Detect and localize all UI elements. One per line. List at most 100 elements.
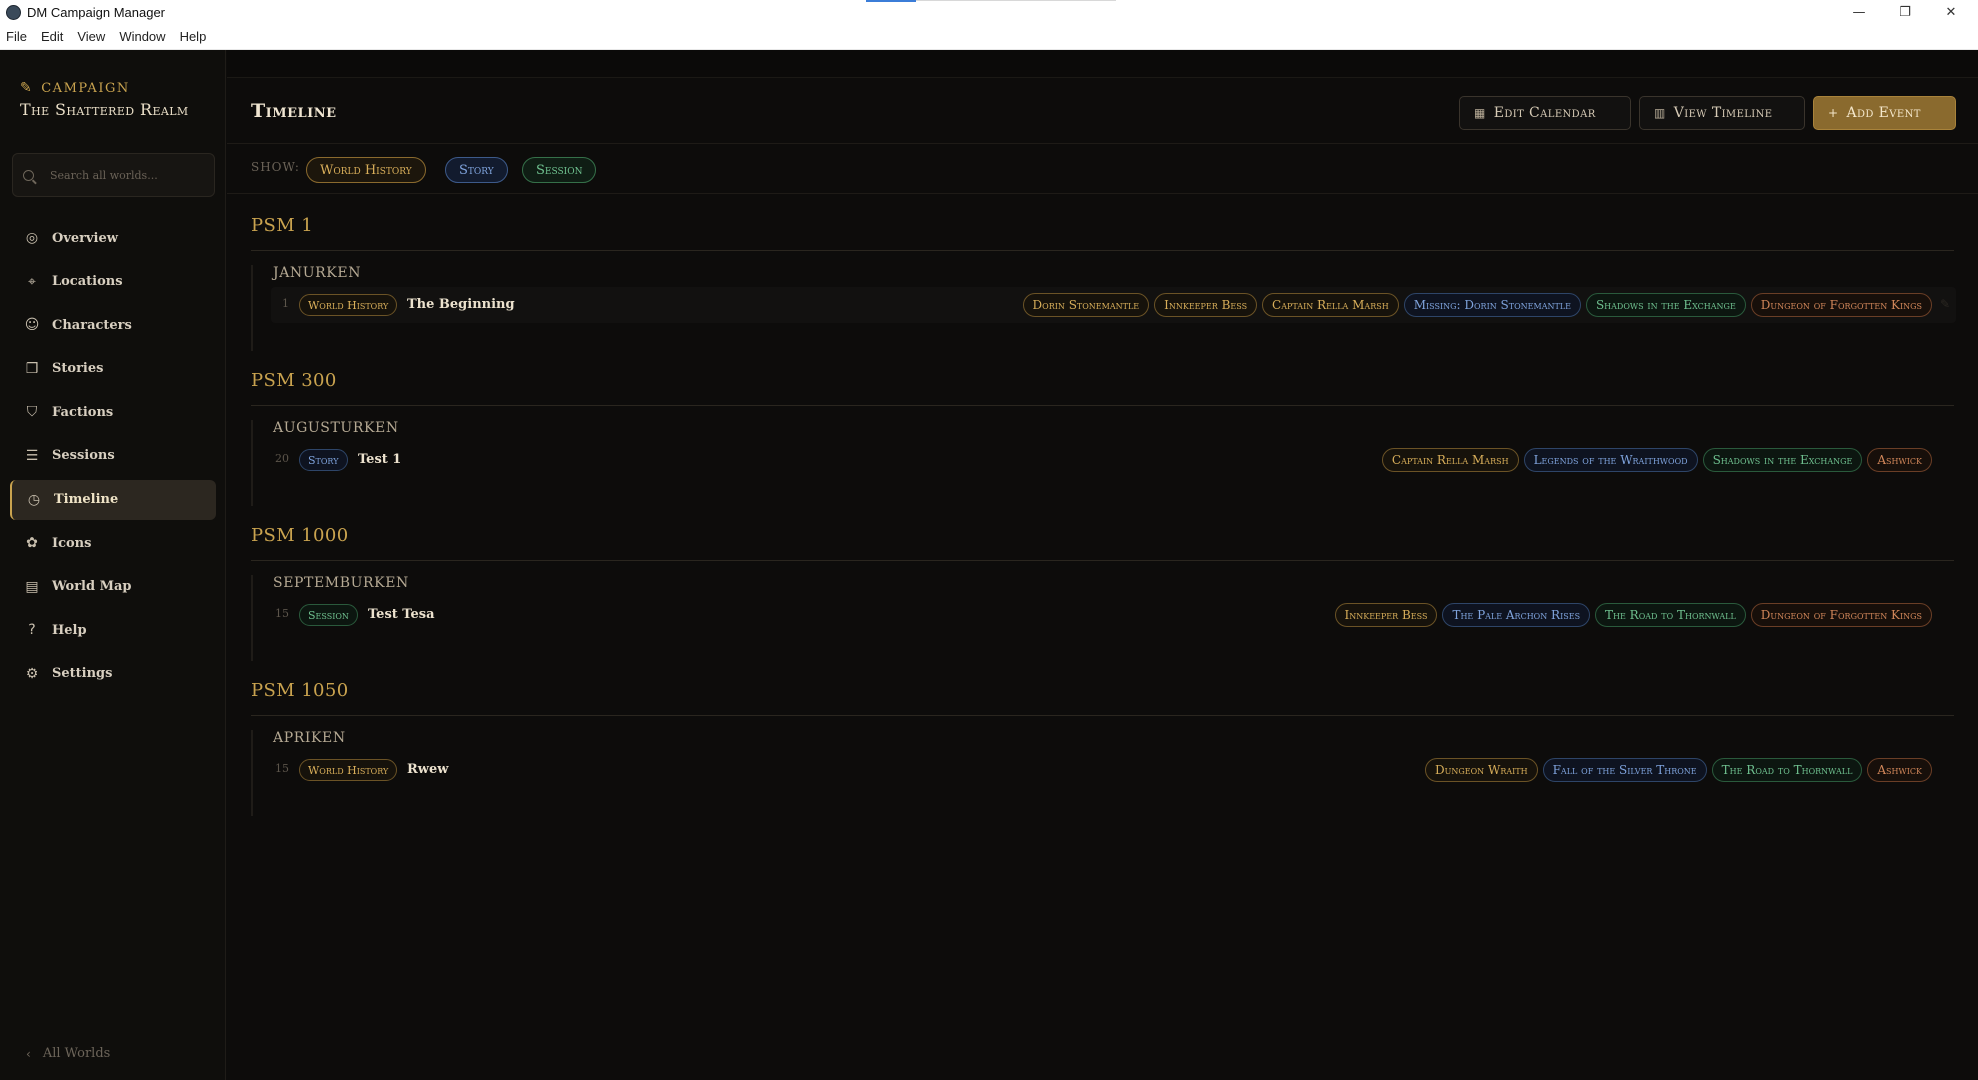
top-strip bbox=[227, 50, 1978, 78]
month-group: SEPTEMBURKEN 15 Session Test Tesa Innkeeper … bbox=[251, 575, 1954, 661]
event-tag[interactable]: Captain Rella Marsh bbox=[1262, 293, 1399, 317]
event-tag[interactable]: Innkeeper Bess bbox=[1154, 293, 1258, 317]
year-heading: PSM 300 bbox=[251, 370, 337, 391]
sidebar-item-overview[interactable]: ◎ Overview bbox=[10, 218, 216, 258]
sidebar-item-settings[interactable]: ⚙ Settings bbox=[10, 654, 216, 694]
sidebar-item-label: Factions bbox=[52, 404, 114, 420]
sidebar-item-locations[interactable]: ⌖ Locations bbox=[10, 262, 216, 302]
year-divider bbox=[251, 250, 1954, 251]
clock-icon: ◷ bbox=[27, 491, 41, 508]
timeline-event-row[interactable]: 15 Session Test Tesa Innkeeper Bess The Pale… bbox=[271, 597, 1956, 633]
filter-story[interactable]: Story bbox=[445, 157, 508, 183]
event-tag[interactable]: Fall of the Silver Throne bbox=[1542, 758, 1707, 782]
campaign-label-text: CAMPAIGN bbox=[41, 80, 130, 96]
event-tags: Dorin Stonemantle Innkeeper Bess Captain R… bbox=[1022, 293, 1932, 317]
event-day: 15 bbox=[275, 762, 289, 775]
menu-bar: File Edit View Window Help bbox=[0, 24, 1978, 50]
all-worlds-label: All Worlds bbox=[42, 1046, 111, 1061]
add-event-button[interactable]: + Add Event bbox=[1813, 96, 1956, 130]
month-heading: APRIKEN bbox=[273, 730, 346, 746]
campaign-name: The Shattered Realm bbox=[20, 100, 189, 119]
event-tags: Captain Rella Marsh Legends of the Wraith… bbox=[1381, 448, 1932, 472]
help-icon: ? bbox=[28, 622, 36, 639]
search-icon bbox=[23, 169, 34, 181]
month-group: AUGUSTURKEN 20 Story Test 1 Captain Rella Ma… bbox=[251, 420, 1954, 506]
campaign-label: ✎ CAMPAIGN bbox=[20, 80, 130, 96]
event-tag[interactable]: Dungeon of Forgotten Kings bbox=[1750, 293, 1932, 317]
map-pin-icon: ⌖ bbox=[28, 273, 36, 290]
event-title: The Beginning bbox=[407, 297, 515, 312]
menu-window[interactable]: Window bbox=[119, 29, 165, 44]
event-tag[interactable]: Dorin Stonemantle bbox=[1022, 293, 1150, 317]
menu-edit[interactable]: Edit bbox=[41, 29, 63, 44]
event-tag[interactable]: Innkeeper Bess bbox=[1334, 603, 1438, 627]
search-placeholder: Search all worlds... bbox=[50, 168, 158, 182]
filter-session[interactable]: Session bbox=[522, 157, 597, 183]
edit-calendar-button[interactable]: ▦ Edit Calendar bbox=[1459, 96, 1631, 130]
year-heading: PSM 1050 bbox=[251, 680, 349, 701]
sidebar-item-label: Icons bbox=[52, 535, 92, 551]
event-tag[interactable]: Captain Rella Marsh bbox=[1381, 448, 1519, 472]
event-tag[interactable]: The Road to Thornwall bbox=[1711, 758, 1863, 782]
event-tag[interactable]: The Road to Thornwall bbox=[1595, 603, 1746, 627]
event-day: 1 bbox=[282, 297, 289, 310]
event-tag[interactable]: Legends of the Wraithwood bbox=[1523, 448, 1698, 472]
sidebar-item-sessions[interactable]: ☰ Sessions bbox=[10, 436, 216, 476]
map-icon: ▥ bbox=[1654, 106, 1666, 120]
menu-help[interactable]: Help bbox=[180, 29, 207, 44]
menu-view[interactable]: View bbox=[77, 29, 105, 44]
event-tag[interactable]: Ashwick bbox=[1867, 758, 1932, 782]
filter-world-history[interactable]: World History bbox=[306, 157, 426, 183]
sidebar-item-label: Stories bbox=[52, 361, 104, 377]
year-heading: PSM 1 bbox=[251, 215, 314, 236]
month-group: JANURKEN 1 World History The Beginning Dorin… bbox=[251, 265, 1956, 351]
event-title: Test 1 bbox=[358, 452, 402, 467]
close-button[interactable]: ✕ bbox=[1928, 0, 1974, 24]
calendar-icon: ▦ bbox=[1474, 106, 1486, 120]
year-divider bbox=[251, 560, 1954, 561]
sidebar-item-stories[interactable]: ❒ Stories bbox=[10, 349, 216, 389]
event-type-badge: World History bbox=[299, 759, 398, 781]
all-worlds-link[interactable]: ‹ All Worlds bbox=[26, 1046, 110, 1061]
event-day: 20 bbox=[275, 452, 289, 465]
menu-file[interactable]: File bbox=[6, 29, 27, 44]
month-heading: JANURKEN bbox=[273, 265, 362, 281]
sidebar-item-characters[interactable]: ☺ Characters bbox=[10, 305, 216, 345]
sidebar-item-factions[interactable]: ⛉ Factions bbox=[10, 392, 216, 432]
gear-icon: ⚙ bbox=[25, 665, 39, 682]
sidebar-item-help[interactable]: ? Help bbox=[10, 610, 216, 650]
chevron-left-icon: ‹ bbox=[26, 1046, 31, 1061]
globe-icon: ◎ bbox=[25, 230, 39, 246]
timeline-event-row[interactable]: 20 Story Test 1 Captain Rella Marsh Legends … bbox=[271, 442, 1956, 478]
sidebar-item-timeline[interactable]: ◷ Timeline bbox=[10, 479, 216, 520]
event-tag[interactable]: Dungeon Wraith bbox=[1425, 758, 1538, 782]
event-tag[interactable]: Dungeon of Forgotten Kings bbox=[1750, 603, 1932, 627]
sidebar-item-label: Sessions bbox=[52, 448, 115, 464]
restore-button[interactable]: ❐ bbox=[1882, 0, 1928, 24]
event-title: Test Tesa bbox=[368, 607, 435, 622]
event-tag[interactable]: Shadows in the Exchange bbox=[1702, 448, 1863, 472]
window-titlebar: DM Campaign Manager — ❐ ✕ bbox=[0, 0, 1978, 24]
view-timeline-label: View Timeline bbox=[1673, 105, 1773, 121]
book-icon: ❒ bbox=[25, 360, 39, 377]
search-input[interactable]: Search all worlds... bbox=[12, 153, 215, 197]
sidebar-item-label: Settings bbox=[52, 666, 113, 682]
edit-calendar-label: Edit Calendar bbox=[1493, 105, 1596, 121]
window-title: DM Campaign Manager bbox=[27, 4, 166, 20]
event-tag[interactable]: Missing: Dorin Stonemantle bbox=[1403, 293, 1581, 317]
sidebar-item-world-map[interactable]: ▤ World Map bbox=[10, 567, 216, 607]
event-tag[interactable]: The Pale Archon Rises bbox=[1442, 603, 1591, 627]
view-timeline-button[interactable]: ▥ View Timeline bbox=[1639, 96, 1805, 130]
event-tag[interactable]: Shadows in the Exchange bbox=[1585, 293, 1746, 317]
edit-event-icon[interactable]: ✎ bbox=[1940, 297, 1950, 311]
sidebar-item-label: Help bbox=[52, 622, 87, 638]
timeline-event-row[interactable]: 1 World History The Beginning Dorin Stonema… bbox=[271, 287, 1956, 323]
sidebar-item-icons[interactable]: ✿ Icons bbox=[10, 523, 216, 563]
titlebar-accent bbox=[866, 0, 916, 2]
timeline-event-row[interactable]: 15 World History Rwew Dungeon Wraith Fall of… bbox=[271, 752, 1956, 788]
app-root: ✎ CAMPAIGN The Shattered Realm Search al… bbox=[0, 50, 1978, 1080]
minimize-button[interactable]: — bbox=[1836, 0, 1882, 24]
palette-icon: ✿ bbox=[26, 535, 38, 552]
sidebar-item-label: Overview bbox=[52, 230, 118, 246]
event-tag[interactable]: Ashwick bbox=[1867, 448, 1932, 472]
